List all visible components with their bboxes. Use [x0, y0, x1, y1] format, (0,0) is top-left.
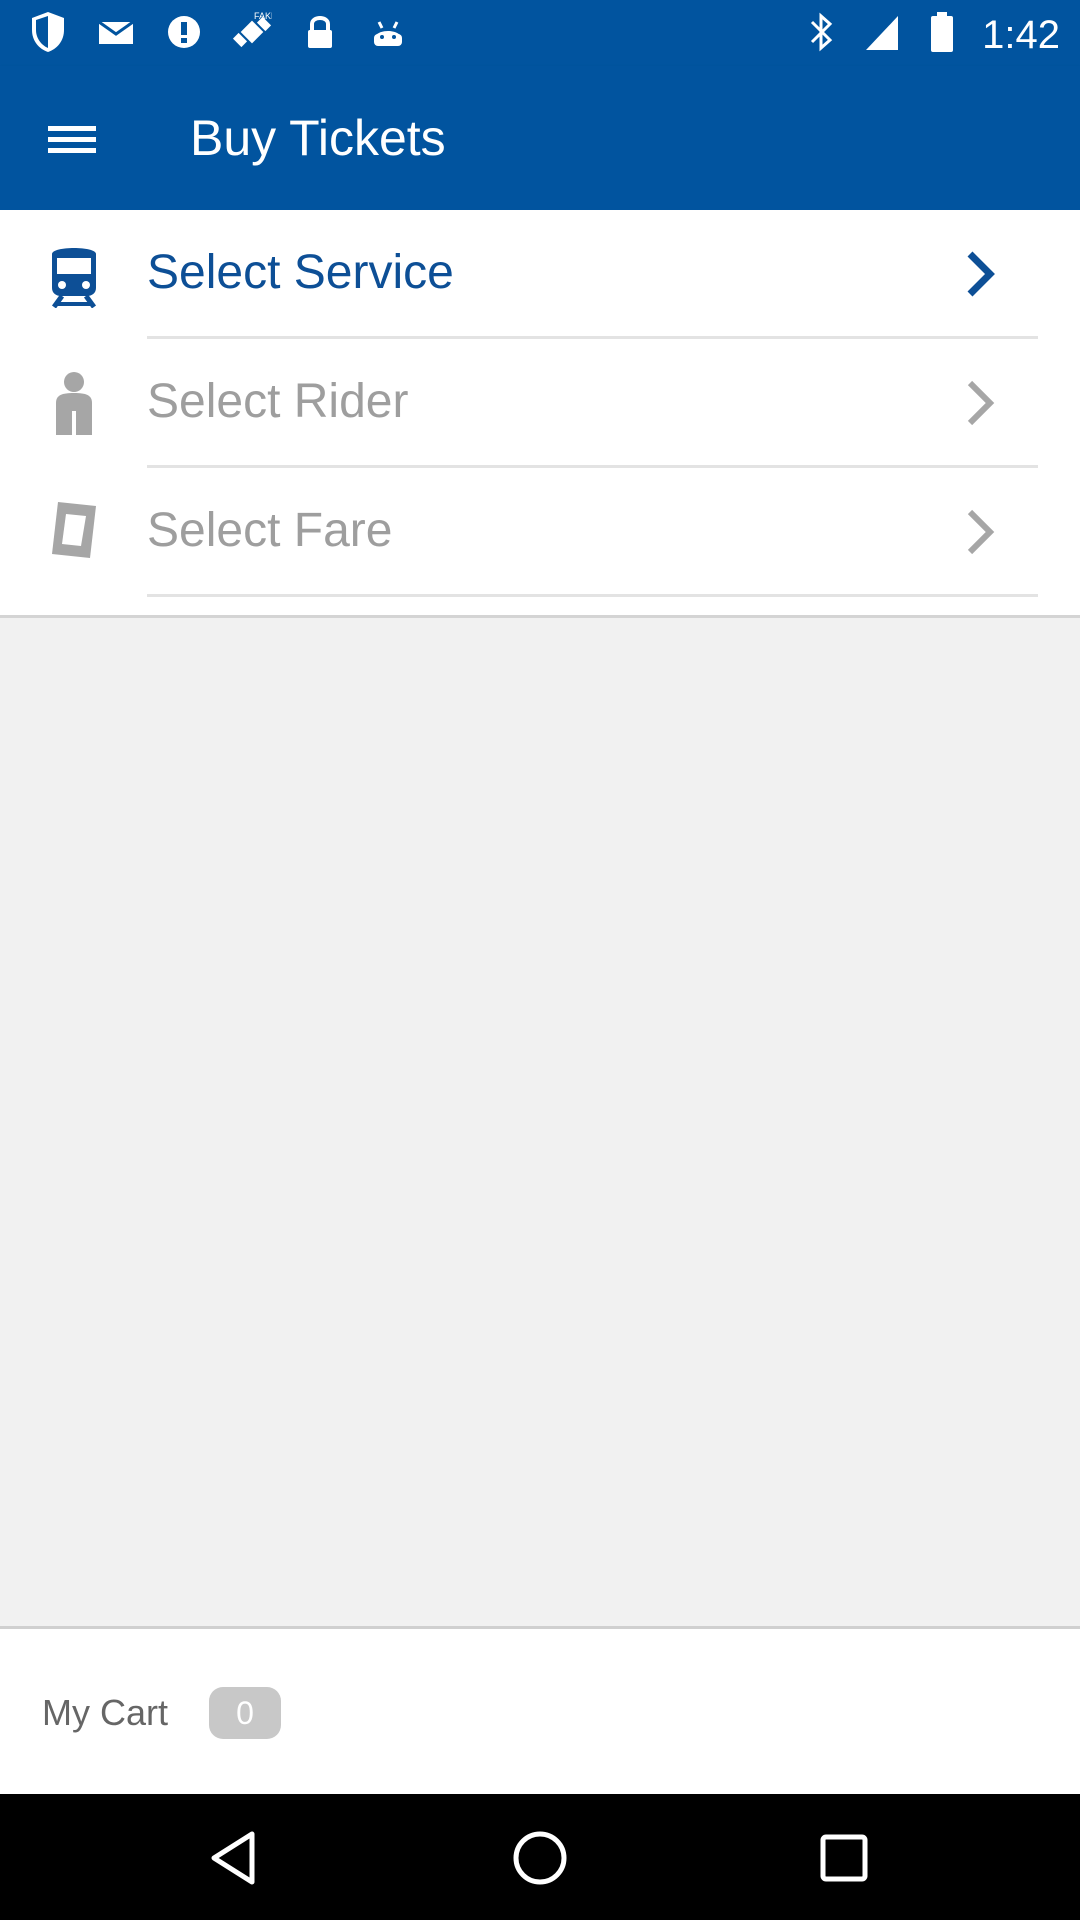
- chevron-right-icon: [960, 377, 1000, 429]
- person-icon: [44, 371, 104, 435]
- page-title: Buy Tickets: [190, 110, 446, 166]
- hamburger-menu-icon[interactable]: [30, 104, 114, 172]
- chevron-right-icon: [960, 506, 1000, 558]
- ticket-icon: [44, 498, 104, 562]
- lock-icon: [300, 10, 340, 54]
- svg-text:FAKE: FAKE: [254, 11, 272, 21]
- recents-square-icon[interactable]: [808, 1822, 880, 1894]
- status-time: 1:42: [982, 12, 1060, 57]
- step-select-rider[interactable]: Select Rider: [0, 339, 1080, 468]
- shield-icon: [28, 10, 68, 54]
- status-icons-left: FAKE: [28, 10, 408, 54]
- cart-bar[interactable]: My Cart 0: [0, 1626, 1080, 1794]
- divider: [147, 594, 1038, 597]
- status-bar: FAKE 1:42: [0, 0, 1080, 66]
- fake-gps-icon: FAKE: [232, 10, 277, 54]
- chevron-right-icon: [960, 248, 1000, 300]
- cart-count-badge: 0: [209, 1687, 281, 1739]
- mail-icon: [96, 10, 136, 54]
- home-circle-icon[interactable]: [504, 1822, 576, 1894]
- status-icons-right: 1:42: [806, 10, 1060, 59]
- app-bar: Buy Tickets: [0, 66, 1080, 210]
- step-select-service[interactable]: Select Service: [0, 210, 1080, 339]
- ticket-steps-list: Select Service Select Rider Select Fare: [0, 210, 1080, 618]
- back-triangle-icon[interactable]: [200, 1822, 272, 1894]
- battery-icon: [928, 10, 956, 59]
- step-select-fare[interactable]: Select Fare: [0, 468, 1080, 597]
- android-icon: [368, 10, 408, 54]
- step-label: Select Rider: [147, 375, 409, 428]
- system-nav-bar: [0, 1794, 1080, 1920]
- step-label: Select Service: [147, 246, 454, 299]
- cart-label: My Cart: [42, 1692, 168, 1733]
- info-icon: [164, 10, 204, 54]
- bluetooth-icon: [806, 10, 836, 59]
- step-label: Select Fare: [147, 504, 393, 557]
- signal-icon: [862, 10, 902, 59]
- train-icon: [44, 244, 104, 309]
